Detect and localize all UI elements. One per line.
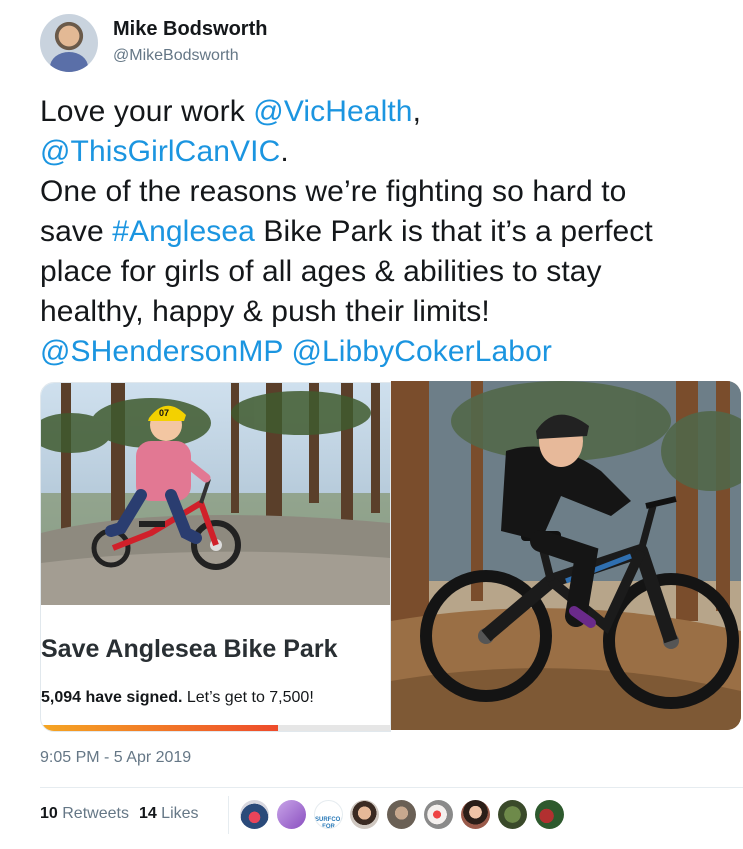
tweet-text-segment: place for girls of all ages & abilities …	[40, 255, 602, 288]
tweet-text-line: healthy, happy & push their limits!	[40, 292, 735, 332]
tweet-text-segment: One of the reasons we’re fighting so har…	[40, 175, 627, 208]
petition-card[interactable]: 07 Save Anglesea Bike Park 5,094 have si…	[40, 382, 391, 732]
tweet-text-line: One of the reasons we’re fighting so har…	[40, 172, 735, 212]
tweet-text-line: save #Anglesea Bike Park is that it’s a …	[40, 212, 735, 252]
retweets-stat[interactable]: 10 Retweets	[40, 805, 129, 822]
signature-progress-bar	[41, 725, 390, 731]
liker-avatar-5[interactable]	[387, 800, 416, 829]
card-signature-status: 5,094 have signed. Let’s get to 7,500!	[41, 689, 314, 707]
signature-progress-fill	[41, 725, 279, 731]
card-title[interactable]: Save Anglesea Bike Park	[41, 635, 337, 664]
signature-goal: Let’s get to 7,500!	[182, 689, 314, 706]
liker-avatar-6[interactable]	[424, 800, 453, 829]
tweet-text-segment: healthy, happy & push their limits!	[40, 295, 490, 328]
author-handle[interactable]: @MikeBodsworth	[113, 47, 239, 65]
liker-avatar-7[interactable]	[461, 800, 490, 829]
author-name[interactable]: Mike Bodsworth	[113, 18, 267, 41]
card-image-child-balance-bike: 07	[41, 383, 390, 605]
avatar-shirt	[50, 52, 88, 72]
mention-link[interactable]: @VicHealth	[253, 95, 412, 128]
liker-avatar-9[interactable]	[535, 800, 564, 829]
mention-link[interactable]: @ThisGirlCanVIC	[40, 135, 280, 168]
photo-rider-mountain-bike[interactable]	[391, 381, 741, 730]
likes-label: Likes	[156, 805, 199, 822]
tweet-text-segment: save	[40, 215, 113, 248]
tweet-text-line: @ThisGirlCanVIC.	[40, 132, 735, 172]
hashtag-link[interactable]: #Anglesea	[112, 215, 255, 248]
helmet-number: 07	[159, 408, 169, 418]
tweet-text-line: place for girls of all ages & abilities …	[40, 252, 735, 292]
mention-link[interactable]: @LibbyCokerLabor	[291, 335, 552, 368]
retweets-label: Retweets	[57, 805, 129, 822]
retweets-count: 10	[40, 805, 58, 822]
tweet-timestamp[interactable]: 9:05 PM - 5 Apr 2019	[40, 749, 191, 767]
liker-avatar-2[interactable]	[277, 800, 306, 829]
liker-badge-text: SURFCOAST FOR ACTION	[315, 817, 342, 829]
tweet-header: Mike Bodsworth @MikeBodsworth	[40, 12, 720, 72]
liker-avatar-3[interactable]: SURFCOAST FOR ACTION	[314, 800, 343, 829]
liker-avatar-4[interactable]	[350, 800, 379, 829]
author-avatar[interactable]	[40, 14, 98, 72]
divider-top	[40, 787, 743, 788]
likes-stat[interactable]: 14 Likes	[139, 805, 199, 822]
tweet-text-line: @SHendersonMP @LibbyCokerLabor	[40, 332, 735, 372]
tweet-text-segment: Love your work	[40, 95, 254, 128]
tweet-text-line: Love your work @VicHealth,	[40, 92, 735, 132]
liker-avatar-8[interactable]	[498, 800, 527, 829]
likes-count: 14	[138, 805, 157, 822]
tweet-stats: 10 Retweets 14 Likes	[40, 805, 199, 823]
signed-count: 5,094 have signed.	[41, 689, 183, 706]
stats-separator	[228, 796, 229, 834]
tweet-text-segment: ,	[412, 95, 422, 128]
tweet-text: Love your work @VicHealth, @ThisGirlCanVI…	[40, 92, 735, 372]
mention-link[interactable]: @SHendersonMP	[40, 335, 283, 368]
tweet-text-segment: .	[280, 135, 289, 168]
liker-avatar-1[interactable]	[240, 800, 269, 829]
tweet-text-segment: Bike Park is that it’s a perfect	[254, 215, 653, 248]
